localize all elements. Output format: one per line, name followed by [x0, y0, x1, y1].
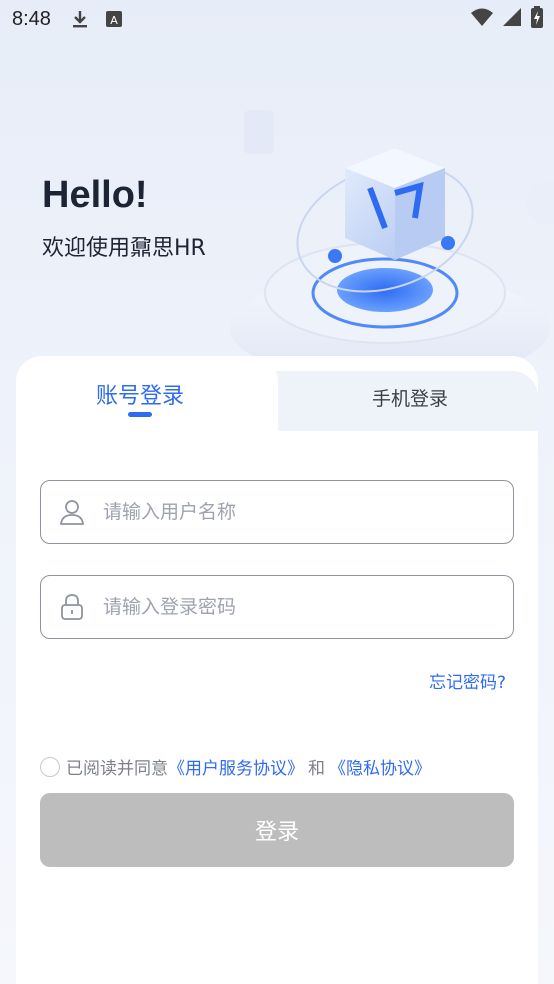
agreement-checkbox[interactable]: [40, 756, 60, 777]
password-input[interactable]: [103, 576, 513, 638]
download-icon: [69, 8, 91, 30]
svg-text:A: A: [110, 14, 118, 27]
username-input[interactable]: [103, 481, 513, 543]
privacy-agreement-link[interactable]: 《隐私协议》: [329, 754, 431, 779]
password-field[interactable]: [40, 575, 514, 639]
hero-illustration: [220, 78, 554, 378]
active-tab-indicator: [128, 412, 152, 417]
agreement-and: 和: [308, 759, 325, 779]
lock-icon: [57, 592, 87, 622]
username-field[interactable]: [40, 480, 514, 544]
status-time: 8:48: [12, 7, 51, 30]
welcome-text: 欢迎使用鼐思HR: [42, 236, 206, 261]
tab-account-login[interactable]: 账号登录: [16, 378, 264, 410]
agreement-row: 已阅读并同意 《用户服务协议》 和 《隐私协议》: [40, 754, 431, 779]
keyboard-a-icon: A: [103, 8, 125, 30]
user-icon: [57, 497, 87, 527]
greeting-title: Hello!: [42, 174, 148, 216]
wifi-icon: [470, 7, 494, 31]
login-button[interactable]: 登录: [40, 793, 514, 867]
forgot-password-link[interactable]: 忘记密码?: [429, 668, 506, 693]
status-bar: 8:48 A: [0, 0, 554, 38]
hero-section: Hello! 欢迎使用鼐思HR: [0, 38, 554, 378]
battery-charging-icon: [530, 6, 544, 32]
signal-icon: [502, 7, 522, 31]
user-service-agreement-link[interactable]: 《用户服务协议》: [168, 754, 304, 779]
tab-phone-login[interactable]: 手机登录: [286, 384, 534, 411]
agreement-prefix: 已阅读并同意: [66, 759, 168, 779]
